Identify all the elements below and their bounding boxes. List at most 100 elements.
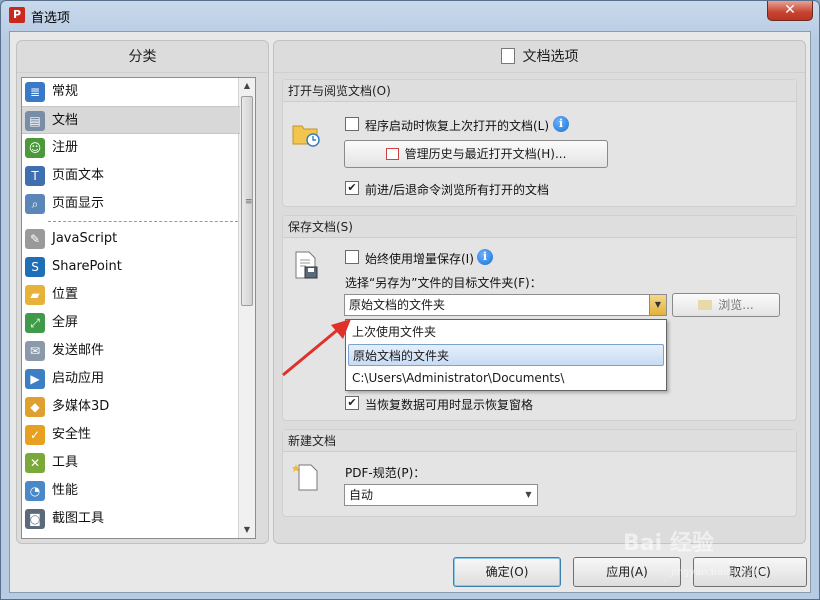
category-item-label: 启动应用 (52, 371, 105, 386)
category-scrollbar[interactable]: ▲ ≡ ▼ (238, 78, 255, 538)
category-header: 分类 (17, 41, 268, 73)
tools-icon: ✕ (25, 453, 45, 473)
category-item-label: 截图工具 (52, 511, 105, 526)
new-group-title: 新建文档 (283, 430, 796, 452)
general-settings-icon: ≣ (25, 82, 45, 102)
browse-label: 浏览... (718, 298, 754, 312)
category-item[interactable]: ✓ 安全性 (22, 421, 240, 449)
category-item[interactable]: ◙ 截图工具 (22, 505, 240, 533)
folder-clock-icon (292, 125, 320, 147)
sharepoint-icon: S (25, 257, 45, 277)
category-item[interactable]: ▤ 文档 (22, 106, 240, 134)
text-icon: T (25, 166, 45, 186)
manage-history-button[interactable]: 管理历史与最近打开文档(H)... (344, 140, 608, 168)
title-bar: P 首选项 ✕ (1, 1, 819, 31)
camera-icon: ◙ (25, 509, 45, 529)
category-item[interactable]: ☺ 注册 (22, 134, 240, 162)
new-document-icon (292, 464, 318, 491)
recovery-pane-label: 当恢复数据可用时显示恢复窗格 (365, 398, 534, 412)
category-item-label: 全屏 (52, 315, 79, 330)
email-icon: ✉ (25, 341, 45, 361)
category-item-label: 常规 (52, 84, 79, 99)
restore-docs-checkbox[interactable] (345, 117, 359, 131)
navigate-all-checkbox[interactable]: ✔ (345, 181, 359, 195)
chevron-down-icon[interactable]: ▼ (649, 295, 666, 315)
dropdown-option[interactable]: 上次使用文件夹 (348, 321, 664, 343)
close-button[interactable]: ✕ (767, 1, 813, 21)
performance-gauge-icon: ◔ (25, 481, 45, 501)
restore-info-icon[interactable]: i (553, 116, 569, 132)
open-documents-group: 打开与阅览文档(O) 程序启动时恢复上次打开的文档(L) i 管理历史与最近打开… (282, 79, 797, 207)
category-item[interactable]: ⤢ 全屏 (22, 309, 240, 337)
ok-button[interactable]: 确定(O) (453, 557, 561, 587)
folder-browse-icon (698, 300, 713, 310)
category-item-label: 页面文本 (52, 168, 105, 183)
category-item[interactable]: ▰ 位置 (22, 281, 240, 309)
restore-docs-label: 程序启动时恢复上次打开的文档(L) (365, 119, 550, 133)
category-item-label: 发送邮件 (52, 343, 105, 358)
browse-button[interactable]: 浏览... (672, 293, 780, 317)
incremental-save-label: 始终使用增量保存(I) (365, 252, 474, 266)
incremental-info-icon[interactable]: i (477, 249, 493, 265)
scroll-thumb[interactable]: ≡ (241, 96, 253, 306)
multimedia-3d-icon: ◆ (25, 397, 45, 417)
folder-location-icon: ▰ (25, 285, 45, 305)
category-list: ▲ ≡ ▼ ≣ 常规 ▤ 文档 ☺ 注册 T 页面文本 ⌕ 页面显示 ✎ JavaScript S Sha… (21, 77, 256, 539)
apply-button[interactable]: 应用(A) (573, 557, 681, 587)
chevron-down-icon[interactable]: ▼ (520, 485, 537, 505)
pdf-standard-label: PDF-规范(P)： (345, 466, 426, 480)
category-item[interactable]: ◔ 性能 (22, 477, 240, 505)
category-panel: 分类 ▲ ≡ ▼ ≣ 常规 ▤ 文档 ☺ 注册 T 页面文本 ⌕ 页面显示 ✎ JavaScript S… (16, 40, 269, 544)
user-register-icon: ☺ (25, 138, 45, 158)
category-item[interactable]: ✎ JavaScript (22, 225, 240, 253)
save-group-title: 保存文档(S) (283, 216, 796, 238)
open-group-title: 打开与阅览文档(O) (283, 80, 796, 102)
dropdown-option[interactable]: C:\Users\Administrator\Documents\ (348, 367, 664, 389)
category-item[interactable]: ◆ 多媒体3D (22, 393, 240, 421)
scroll-up-arrow-icon[interactable]: ▲ (239, 78, 255, 94)
options-header: 文档选项 (274, 41, 805, 73)
scroll-grip-icon: ≡ (245, 197, 253, 207)
shield-icon: ✓ (25, 425, 45, 445)
pdf-standard-value: 自动 (349, 488, 374, 502)
calendar-icon (385, 148, 399, 160)
script-icon: ✎ (25, 229, 45, 249)
pdf-standard-combo[interactable]: 自动 ▼ (344, 484, 538, 506)
category-item[interactable]: S SharePoint (22, 253, 240, 281)
target-folder-combo[interactable]: 原始文档的文件夹 ▼ (344, 294, 667, 316)
target-folder-dropdown-list: 上次使用文件夹 原始文档的文件夹 C:\Users\Administrator\Do… (345, 319, 667, 391)
category-item[interactable]: ▶ 启动应用 (22, 365, 240, 393)
document-icon: ▤ (25, 111, 45, 131)
category-item-label: 性能 (52, 483, 79, 498)
document-options-icon (500, 48, 515, 64)
category-item-label: 多媒体3D (52, 399, 110, 414)
category-item[interactable]: ✉ 发送邮件 (22, 337, 240, 365)
preferences-window: P 首选项 ✕ 分类 ▲ ≡ ▼ ≣ 常规 ▤ 文档 ☺ 注册 T 页面文本 ⌕ 页面显示 ✎ Jav… (0, 0, 820, 600)
category-item-label: SharePoint (52, 259, 122, 274)
navigate-all-label: 前进/后退命令浏览所有打开的文档 (365, 183, 550, 197)
category-item-label: 页面显示 (52, 196, 105, 211)
new-document-group: 新建文档 PDF-规范(P)： 自动 ▼ (282, 429, 797, 517)
dialog-client-area: 分类 ▲ ≡ ▼ ≣ 常规 ▤ 文档 ☺ 注册 T 页面文本 ⌕ 页面显示 ✎ JavaScript S… (9, 31, 811, 593)
category-item-label: 注册 (52, 140, 79, 155)
save-document-icon (295, 251, 318, 279)
dropdown-option[interactable]: 原始文档的文件夹 (348, 344, 664, 366)
options-header-title: 文档选项 (522, 49, 579, 65)
category-divider (48, 221, 238, 222)
category-item[interactable]: ⌕ 页面显示 (22, 190, 240, 218)
scroll-down-arrow-icon[interactable]: ▼ (239, 522, 255, 538)
window-title: 首选项 (31, 11, 71, 26)
category-item-label: 文档 (52, 113, 79, 128)
cancel-button[interactable]: 取消(C) (693, 557, 807, 587)
incremental-save-checkbox[interactable] (345, 250, 359, 264)
category-item[interactable]: ✕ 工具 (22, 449, 240, 477)
recovery-pane-checkbox[interactable]: ✔ (345, 396, 359, 410)
category-item-label: 安全性 (52, 427, 92, 442)
category-item-label: 位置 (52, 287, 79, 302)
app-logo-icon: P (9, 7, 25, 23)
category-item[interactable]: ≣ 常规 (22, 78, 240, 106)
target-folder-value: 原始文档的文件夹 (349, 298, 446, 312)
target-folder-label: 选择“另存为”文件的目标文件夹(F)： (345, 276, 542, 290)
launch-app-icon: ▶ (25, 369, 45, 389)
category-item[interactable]: T 页面文本 (22, 162, 240, 190)
